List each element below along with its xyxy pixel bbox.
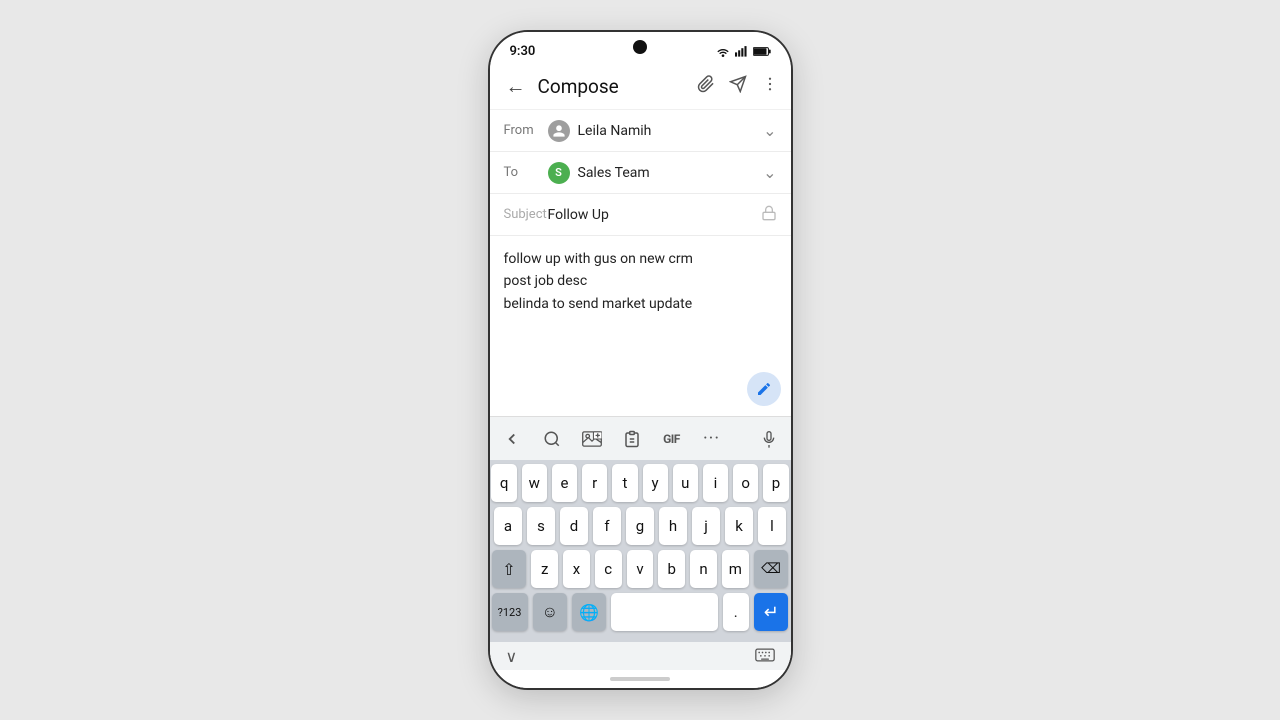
email-line-3: belinda to send market update: [504, 293, 777, 315]
key-l[interactable]: l: [758, 507, 786, 545]
wifi-icon: [715, 45, 731, 57]
compose-body: From Leila Namih ⌄ To S Sales Team ⌄: [490, 110, 791, 688]
battery-icon: [753, 46, 771, 57]
keyboard-row-4: ?123 ☺ 🌐 . ↵: [492, 593, 789, 631]
key-e[interactable]: e: [552, 464, 577, 502]
subject-text: Follow Up: [548, 207, 609, 223]
key-b[interactable]: b: [658, 550, 685, 588]
keyboard-row-1: q w e r t y u i o p: [492, 464, 789, 502]
app-header: ← Compose: [490, 64, 791, 110]
from-avatar: [548, 120, 570, 142]
from-field[interactable]: From Leila Namih ⌄: [490, 110, 791, 152]
status-icons: [715, 45, 771, 57]
key-d[interactable]: d: [560, 507, 588, 545]
key-y[interactable]: y: [643, 464, 668, 502]
smart-compose-button[interactable]: [747, 372, 781, 406]
more-toolbar-button[interactable]: ···: [698, 425, 726, 453]
key-c[interactable]: c: [595, 550, 622, 588]
image-toolbar-button[interactable]: [578, 425, 606, 453]
bottom-chevron-icon[interactable]: ∨: [506, 647, 518, 666]
key-m[interactable]: m: [722, 550, 749, 588]
key-u[interactable]: u: [673, 464, 698, 502]
key-z[interactable]: z: [531, 550, 558, 588]
keyboard-row-2: a s d f g h j k l: [492, 507, 789, 545]
status-time: 9:30: [510, 44, 536, 59]
email-line-2: post job desc: [504, 270, 777, 292]
key-h[interactable]: h: [659, 507, 687, 545]
compose-title: Compose: [538, 75, 697, 98]
key-o[interactable]: o: [733, 464, 758, 502]
key-r[interactable]: r: [582, 464, 607, 502]
key-t[interactable]: t: [612, 464, 637, 502]
signal-icon: [735, 45, 749, 57]
phone-frame: 9:30 ← Compose: [488, 30, 793, 690]
bottom-bar: ∨: [490, 642, 791, 670]
key-s[interactable]: s: [527, 507, 555, 545]
from-value: Leila Namih: [548, 120, 764, 142]
from-name: Leila Namih: [578, 123, 652, 139]
key-q[interactable]: q: [491, 464, 516, 502]
send-button[interactable]: [729, 75, 747, 98]
to-field[interactable]: To S Sales Team ⌄: [490, 152, 791, 194]
email-content[interactable]: follow up with gus on new crm post job d…: [490, 236, 791, 416]
to-value: S Sales Team: [548, 162, 764, 184]
to-avatar: S: [548, 162, 570, 184]
key-a[interactable]: a: [494, 507, 522, 545]
keyboard-row-3: ⇧ z x c v b n m ⌫: [492, 550, 789, 588]
back-button[interactable]: ←: [502, 70, 530, 103]
key-p[interactable]: p: [763, 464, 788, 502]
subject-label: Subject: [504, 207, 548, 222]
header-actions: [697, 75, 779, 98]
home-bar: [610, 677, 670, 681]
to-avatar-initial: S: [555, 166, 562, 179]
from-chevron-icon: ⌄: [763, 121, 776, 140]
gif-toolbar-button[interactable]: GIF: [658, 425, 686, 453]
from-label: From: [504, 123, 548, 138]
to-chevron-icon: ⌄: [763, 163, 776, 182]
clipboard-toolbar-button[interactable]: [618, 425, 646, 453]
subject-value: Follow Up: [548, 207, 761, 223]
subject-field[interactable]: Subject Follow Up: [490, 194, 791, 236]
key-w[interactable]: w: [522, 464, 547, 502]
search-toolbar-button[interactable]: [538, 425, 566, 453]
bottom-keyboard-icon[interactable]: [755, 647, 775, 666]
email-line-1: follow up with gus on new crm: [504, 248, 777, 270]
to-label: To: [504, 165, 548, 180]
num-key[interactable]: ?123: [492, 593, 528, 631]
key-k[interactable]: k: [725, 507, 753, 545]
keyboard: q w e r t y u i o p a s d f g h j k: [490, 460, 791, 642]
period-key[interactable]: .: [723, 593, 750, 631]
lock-icon: [761, 205, 777, 225]
globe-key[interactable]: 🌐: [572, 593, 606, 631]
emoji-key[interactable]: ☺: [533, 593, 567, 631]
keyboard-back-button[interactable]: [498, 425, 526, 453]
key-i[interactable]: i: [703, 464, 728, 502]
key-f[interactable]: f: [593, 507, 621, 545]
key-v[interactable]: v: [627, 550, 654, 588]
to-name: Sales Team: [578, 165, 650, 181]
shift-key[interactable]: ⇧: [492, 550, 527, 588]
key-j[interactable]: j: [692, 507, 720, 545]
keyboard-toolbar: GIF ···: [490, 416, 791, 460]
backspace-key[interactable]: ⌫: [754, 550, 789, 588]
status-bar: 9:30: [490, 32, 791, 64]
more-menu-button[interactable]: [761, 75, 779, 98]
key-n[interactable]: n: [690, 550, 717, 588]
attach-icon[interactable]: [697, 75, 715, 98]
home-indicator: [490, 670, 791, 688]
key-g[interactable]: g: [626, 507, 654, 545]
mic-toolbar-button[interactable]: [755, 425, 783, 453]
enter-key[interactable]: ↵: [754, 593, 788, 631]
key-x[interactable]: x: [563, 550, 590, 588]
space-key[interactable]: [611, 593, 717, 631]
camera-notch: [633, 40, 647, 54]
